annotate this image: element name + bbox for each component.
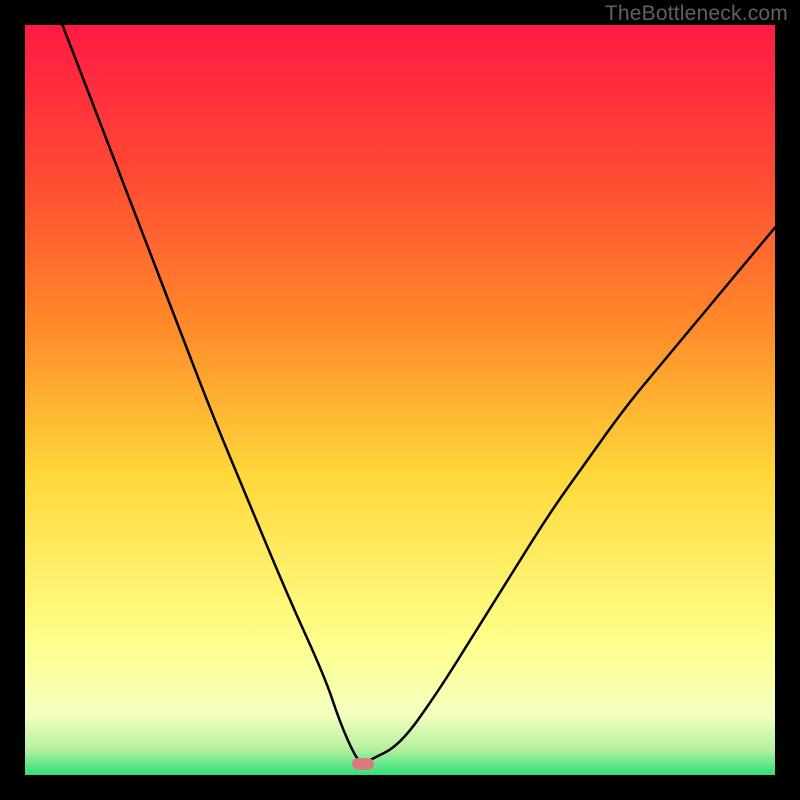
chart-frame: TheBottleneck.com <box>0 0 800 800</box>
plot-area <box>25 25 775 775</box>
bottleneck-curve <box>63 25 776 763</box>
gradient-background <box>25 25 775 775</box>
chart-svg <box>25 25 775 775</box>
watermark-text: TheBottleneck.com <box>605 2 788 26</box>
optimal-marker <box>352 758 374 770</box>
